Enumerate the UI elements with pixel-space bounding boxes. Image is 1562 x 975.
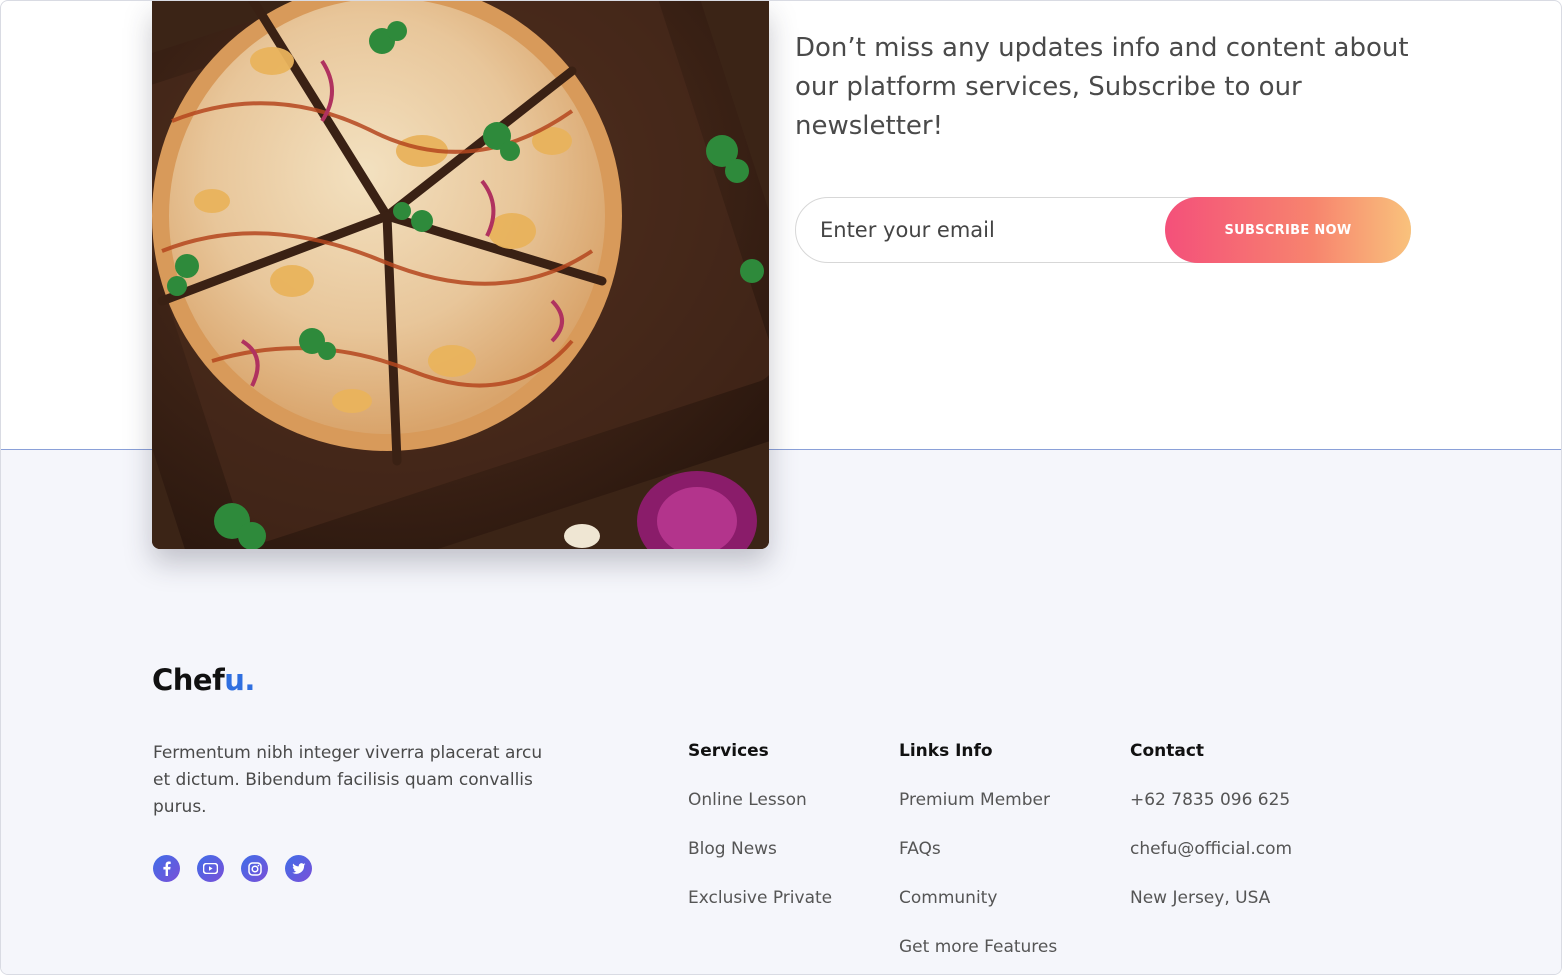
contact-address: New Jersey, USA (1130, 888, 1271, 908)
subscribe-form: SUBSCRIBE NOW (795, 197, 1411, 263)
email-input[interactable] (820, 214, 1150, 246)
brand-accent: u. (224, 663, 255, 697)
subscribe-button[interactable]: SUBSCRIBE NOW (1165, 197, 1411, 263)
brand-name: Chef (152, 663, 225, 697)
brand-logo[interactable]: Chefu. (152, 663, 255, 697)
links-item[interactable]: FAQs (899, 838, 1057, 887)
links-item[interactable]: Community (899, 887, 1057, 936)
facebook-icon[interactable] (153, 855, 180, 882)
about-text: Fermentum nibh integer viverra placerat … (153, 743, 543, 817)
contact-heading: Contact (1130, 741, 1205, 761)
newsletter-text: Don’t miss any updates info and content … (795, 33, 1409, 141)
services-link[interactable]: Exclusive Private (688, 887, 832, 936)
contact-phone[interactable]: +62 7835 096 625 (1130, 789, 1292, 838)
contact-column: Contact +62 7835 096 625 chefu@official.… (1130, 740, 1292, 936)
page-frame: Don’t miss any updates info and content … (0, 0, 1562, 975)
services-heading: Services (688, 741, 769, 761)
links-item[interactable]: Premium Member (899, 789, 1057, 838)
services-column: Services Online Lesson Blog News Exclusi… (688, 740, 832, 936)
contact-email[interactable]: chefu@official.com (1130, 838, 1292, 887)
links-heading: Links Info (899, 741, 993, 761)
twitter-icon[interactable] (285, 855, 312, 882)
services-link[interactable]: Online Lesson (688, 789, 832, 838)
youtube-icon[interactable] (197, 855, 224, 882)
links-column: Links Info Premium Member FAQs Community… (899, 740, 1057, 974)
links-item[interactable]: Get more Features (899, 936, 1057, 974)
services-link[interactable]: Blog News (688, 838, 832, 887)
instagram-icon[interactable] (241, 855, 268, 882)
social-links (153, 855, 312, 882)
pizza-image (152, 1, 769, 549)
